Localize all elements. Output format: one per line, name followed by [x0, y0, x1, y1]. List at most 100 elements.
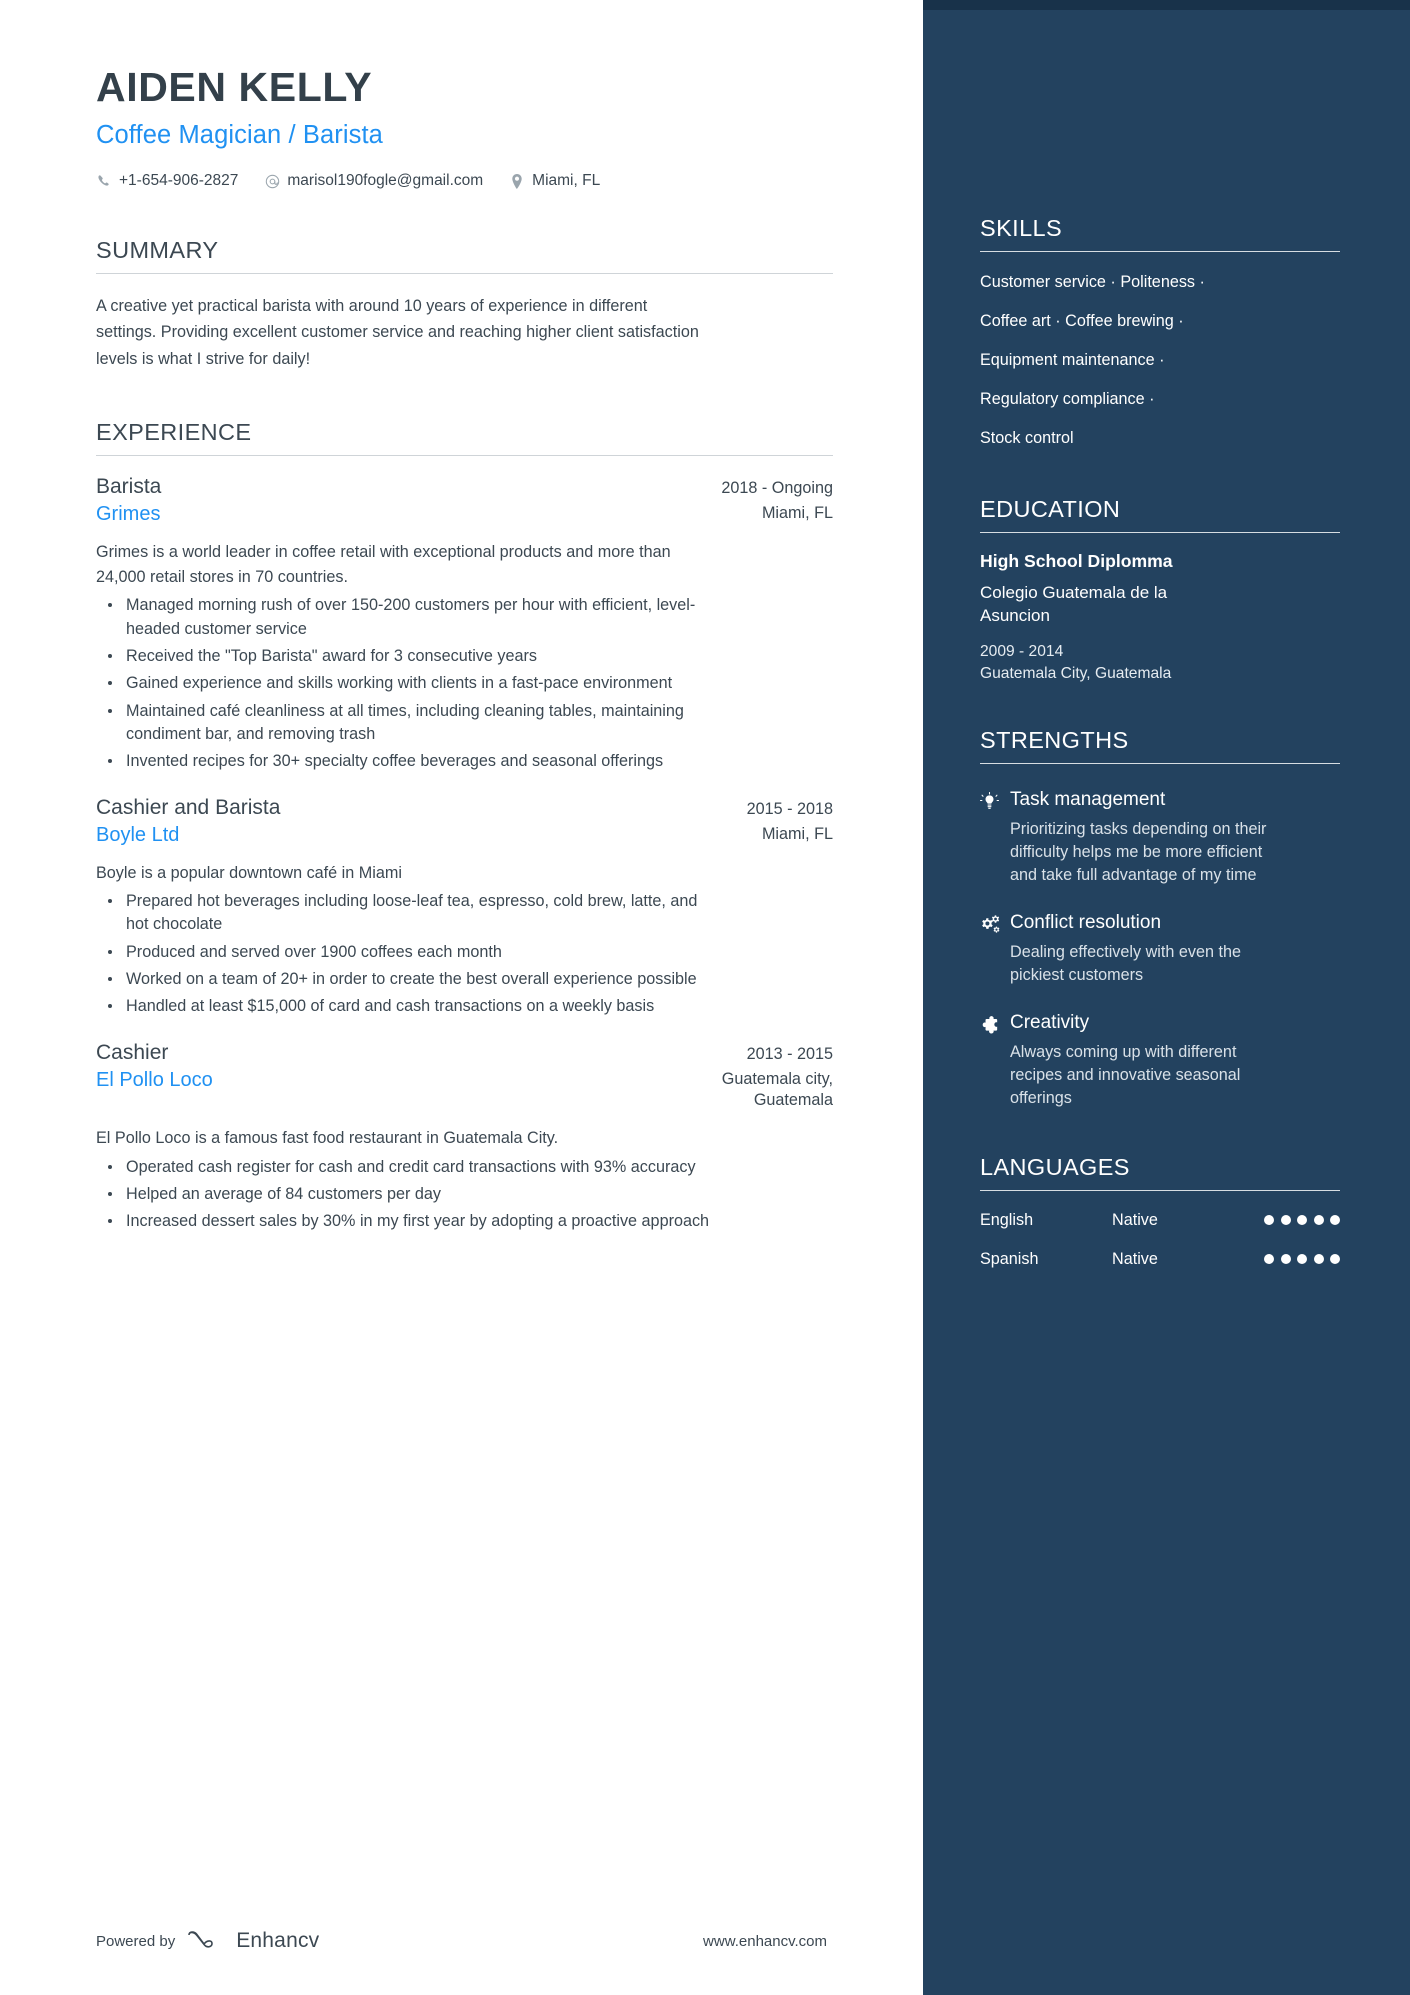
job-bullet: Helped an average of 84 customers per da…: [96, 1183, 721, 1206]
skills-heading: SKILLS: [980, 215, 1063, 241]
puzzle-icon: [980, 1011, 1010, 1110]
strength-name: Creativity: [1010, 1011, 1090, 1033]
rating-dot: [1313, 1254, 1324, 1265]
contact-email: marisol190fogle@gmail.com: [264, 172, 483, 190]
contact-row: +1-654-906-2827 marisol190fogle@gmail.co…: [96, 172, 833, 190]
skills-section: SKILLS Customer service · Politeness · Co…: [980, 0, 1340, 449]
language-name: Spanish: [980, 1249, 1039, 1268]
languages-list: English Native Spanish Native: [980, 1211, 1340, 1269]
job-location: Guatemala city, Guatemala: [721, 1069, 833, 1110]
job-bullet-list: Managed morning rush of over 150-200 cus…: [96, 594, 833, 773]
strength-description: Prioritizing tasks depending on their di…: [1010, 820, 1267, 885]
languages-section: LANGUAGES English Native Spanish Native: [980, 1154, 1340, 1269]
language-level: Native: [1112, 1249, 1158, 1268]
job-dates: 2018 - Ongoing: [721, 478, 833, 497]
skill-line: Customer service · Politeness ·: [980, 273, 1205, 291]
job-bullet: Increased dessert sales by 30% in my fir…: [96, 1210, 721, 1233]
main-column: AIDEN KELLY Coffee Magician / Barista +1…: [0, 0, 923, 1995]
contact-email-text: marisol190fogle@gmail.com: [287, 172, 484, 190]
language-name: English: [980, 1210, 1034, 1229]
job-bullet: Handled at least $15,000 of card and cas…: [96, 995, 721, 1018]
job-company[interactable]: El Pollo Loco: [96, 1069, 213, 1092]
education-degree: High School Diplomma: [980, 551, 1173, 572]
experience-item-header: Barista 2018 - Ongoing: [96, 475, 833, 499]
job-bullet-list: Prepared hot beverages including loose-l…: [96, 890, 833, 1019]
powered-by-block: Powered by Enhancv: [96, 1929, 319, 1953]
job-description: El Pollo Loco is a famous fast food rest…: [96, 1129, 559, 1148]
rating-dot: [1280, 1215, 1291, 1226]
strengths-heading: STRENGTHS: [980, 727, 1129, 754]
experience-section: EXPERIENCE Barista 2018 - Ongoing Grimes Mi…: [96, 419, 833, 1234]
summary-heading: SUMMARY: [96, 237, 219, 264]
strength-body: Task management Prioritizing tasks depend…: [1010, 788, 1340, 887]
experience-list: Barista 2018 - Ongoing Grimes Miami, FL Grim…: [96, 475, 833, 1234]
job-bullet: Maintained café cleanliness at all times…: [96, 700, 721, 747]
job-bullet: Received the "Top Barista" award for 3 c…: [96, 645, 721, 668]
experience-item: Cashier 2013 - 2015 El Pollo Loco Guatemala…: [96, 1041, 833, 1234]
sidebar-top-strip: [923, 0, 1410, 10]
enhancv-brand: Enhancv: [187, 1929, 319, 1953]
job-location: Miami, FL: [761, 824, 833, 843]
footer: Powered by Enhancv www.enhancv.com: [0, 1887, 923, 1995]
rating-dot: [1264, 1215, 1274, 1226]
strength-description: Always coming up with different recipes …: [1010, 1042, 1241, 1107]
languages-divider: [980, 1189, 1340, 1191]
experience-item-subheader: Grimes Miami, FL: [96, 503, 833, 526]
experience-item-header: Cashier and Barista 2015 - 2018: [96, 796, 833, 820]
job-bullet: Prepared hot beverages including loose-l…: [96, 890, 721, 937]
job-company[interactable]: Boyle Ltd: [96, 824, 179, 847]
footer-website: www.enhancv.com: [703, 1932, 827, 1950]
lightbulb-icon: [980, 788, 1010, 887]
education-dates: 2009 - 2014: [980, 643, 1064, 661]
sidebar: SKILLS Customer service · Politeness · Co…: [923, 0, 1410, 1995]
skill-line: Stock control: [980, 429, 1074, 448]
contact-phone: +1-654-906-2827: [96, 172, 238, 190]
summary-text: A creative yet practical barista with ar…: [96, 297, 699, 368]
strength-name: Task management: [1010, 789, 1166, 811]
rating-dot: [1280, 1254, 1291, 1265]
contact-phone-text: +1-654-906-2827: [119, 172, 239, 190]
strengths-divider: [980, 763, 1340, 765]
strength-item: Task management Prioritizing tasks depend…: [980, 788, 1340, 887]
enhancv-logo-icon: [187, 1929, 227, 1953]
education-item: High School Diplomma Colegio Guatemala de…: [980, 551, 1340, 685]
job-dates: 2013 - 2015: [746, 1044, 833, 1063]
education-meta: 2009 - 2014 Guatemala City, Guatemala: [980, 641, 1340, 685]
language-level: Native: [1112, 1210, 1158, 1229]
job-title: Barista: [96, 474, 162, 498]
job-bullet: Operated cash register for cash and cred…: [96, 1156, 721, 1179]
job-description: Boyle is a popular downtown café in Miam…: [96, 863, 402, 882]
job-bullet: Invented recipes for 30+ specialty coffe…: [96, 750, 721, 773]
resume-page: AIDEN KELLY Coffee Magician / Barista +1…: [0, 0, 1410, 1995]
experience-item: Cashier and Barista 2015 - 2018 Boyle Ltd M…: [96, 796, 833, 1019]
skill-line: Regulatory compliance ·: [980, 390, 1155, 409]
job-dates: 2015 - 2018: [746, 799, 833, 818]
languages-heading: LANGUAGES: [980, 1153, 1130, 1180]
language-row: English Native: [980, 1211, 1340, 1230]
rating-dot: [1297, 1254, 1307, 1265]
skills-divider: [980, 251, 1340, 252]
language-row: Spanish Native: [980, 1250, 1340, 1269]
rating-dot: [1330, 1215, 1340, 1226]
job-company[interactable]: Grimes: [96, 503, 160, 526]
rating-dot: [1264, 1254, 1274, 1265]
education-divider: [980, 532, 1340, 534]
contact-location: Miami, FL: [509, 172, 600, 190]
summary-divider: [96, 273, 833, 275]
experience-divider: [96, 454, 833, 456]
strength-item: Conflict resolution Dealing effectively w…: [980, 911, 1340, 987]
experience-item-header: Cashier 2013 - 2015: [96, 1041, 833, 1065]
job-bullet: Gained experience and skills working wit…: [96, 672, 721, 695]
enhancv-brand-name: Enhancv: [236, 1929, 320, 1952]
professional-headline: Coffee Magician / Barista: [96, 121, 383, 150]
experience-item-subheader: Boyle Ltd Miami, FL: [96, 824, 833, 847]
map-pin-icon: [509, 173, 525, 189]
job-title: Cashier: [96, 1040, 169, 1064]
contact-location-text: Miami, FL: [532, 172, 601, 190]
job-bullet: Managed morning rush of over 150-200 cus…: [96, 594, 721, 641]
strength-name: Conflict resolution: [1010, 912, 1162, 934]
skill-line: Coffee art · Coffee brewing ·: [980, 312, 1184, 331]
rating-dot: [1297, 1215, 1307, 1226]
experience-heading: EXPERIENCE: [96, 418, 252, 445]
gears-icon: [980, 911, 1010, 987]
